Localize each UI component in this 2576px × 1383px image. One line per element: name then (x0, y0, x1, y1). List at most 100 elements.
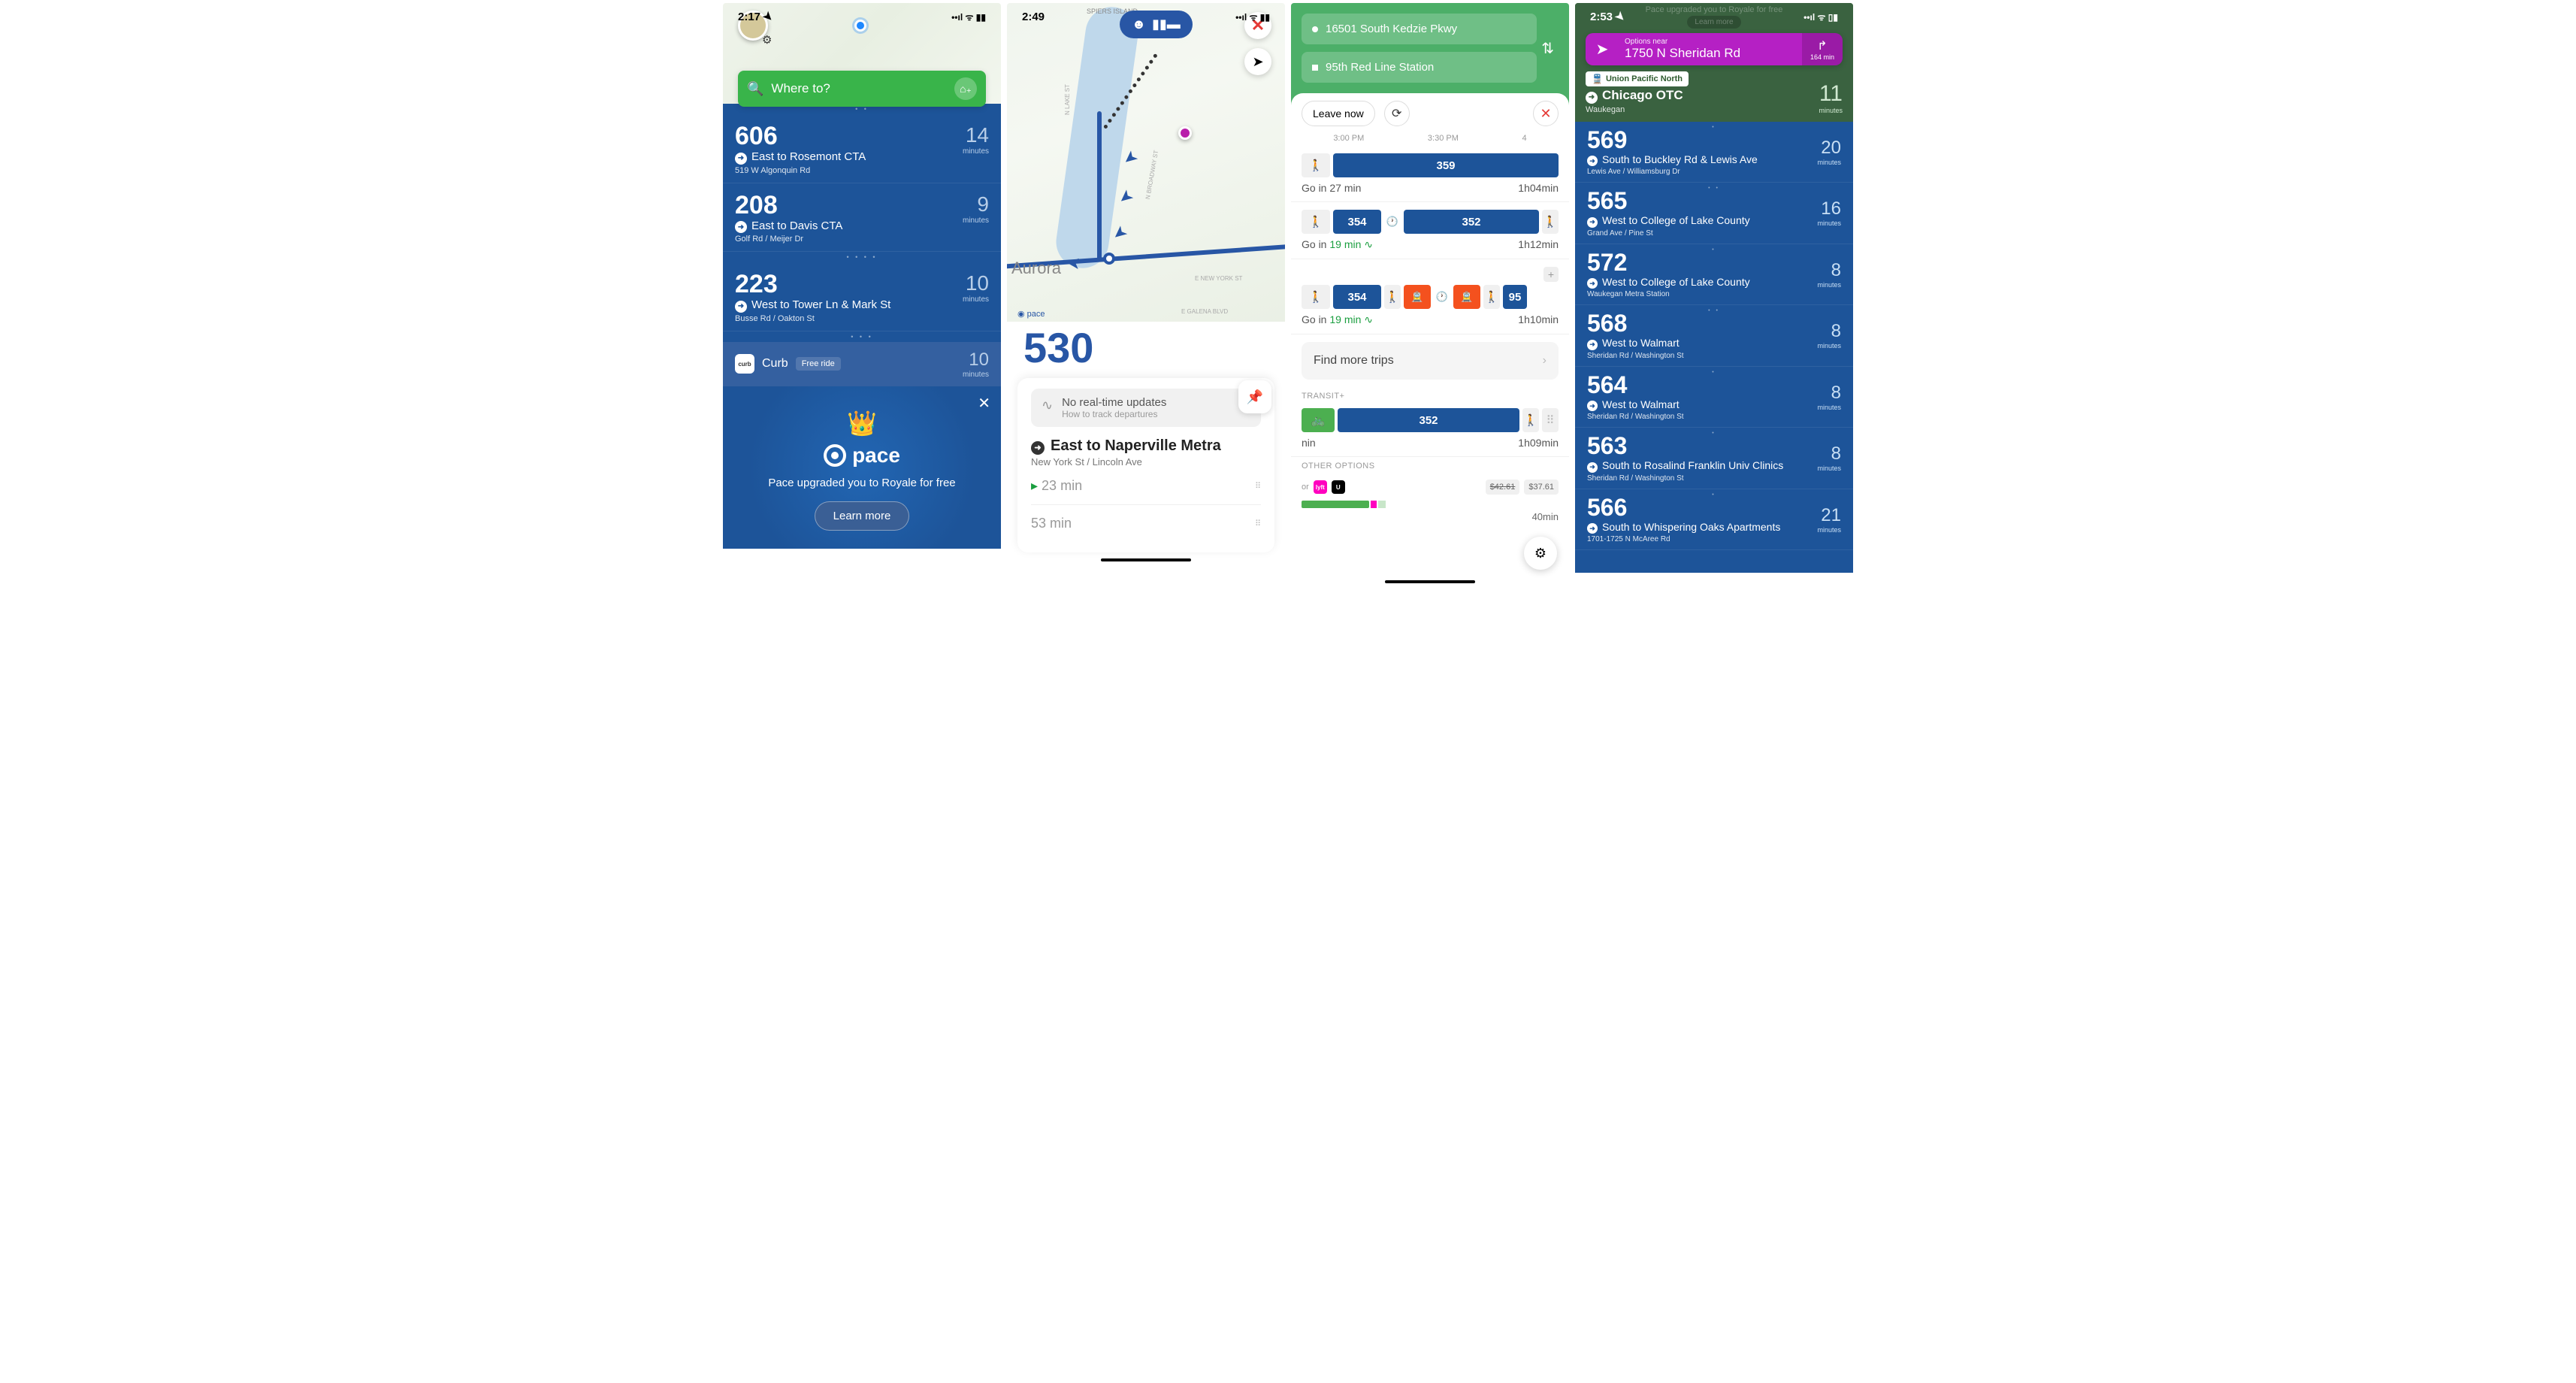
route-eta: 9 minutes (963, 192, 989, 225)
trip-option[interactable]: 🚶 354 🕐 352 🚶 Go in 19 min ∿1h12min (1291, 202, 1569, 259)
price: $37.61 (1524, 480, 1559, 495)
locate-me-icon[interactable]: ➤ (1244, 48, 1271, 75)
clock: 2:49 (1022, 11, 1045, 23)
go-in: Go in 27 min (1302, 182, 1361, 194)
drag-handle-icon: ⠿ (1542, 408, 1559, 432)
route-number: 566 (1587, 495, 1780, 519)
gear-icon[interactable]: ⚙ (762, 33, 776, 47)
home-indicator[interactable] (1669, 580, 1759, 583)
route-row[interactable]: 208 East to Davis CTA Golf Rd / Meijer D… (723, 183, 1001, 253)
route-number: 569 (1587, 128, 1758, 152)
filter-icon[interactable]: ⚙ (1524, 537, 1557, 570)
page-dots: • • • (723, 331, 1001, 342)
route-destination: West to Tower Ln & Mark St (735, 298, 963, 313)
expand-icon[interactable]: + (1543, 267, 1559, 282)
route-eta: 14 minutes (963, 123, 989, 156)
route-row[interactable]: • 569 South to Buckley Rd & Lewis Ave Le… (1575, 122, 1853, 183)
pin-button[interactable]: 📌 (1238, 380, 1271, 413)
route-row[interactable]: • 563 South to Rosalind Franklin Univ Cl… (1575, 428, 1853, 489)
direction-heading: East to Naperville Metra (1031, 437, 1261, 455)
map-street-label: N BROADWAY ST (1144, 150, 1160, 200)
origin-input[interactable]: 16501 South Kedzie Pkwy (1302, 14, 1537, 44)
bus-segment: 359 (1333, 153, 1559, 177)
refresh-icon[interactable]: ⟳ (1384, 101, 1410, 126)
drag-handle-icon[interactable]: ⠿ (1255, 481, 1261, 491)
curb-row[interactable]: curb Curb Free ride 10 minutes (723, 342, 1001, 386)
route-eta: 10 minutes (963, 271, 989, 304)
close-icon[interactable]: ✕ (1533, 101, 1559, 126)
screen-3-trip-planner: 2:23➤ ••ıl ᯤ ▯▮ 16501 South Kedzie Pkwy … (1291, 3, 1569, 589)
no-realtime-alert[interactable]: ∿ No real-time updates How to track depa… (1031, 389, 1261, 427)
bus-segment: 95 (1503, 285, 1527, 309)
curb-logo-icon: curb (735, 354, 754, 374)
eta-unit: minutes (1817, 526, 1841, 534)
trip-bar: 🚲 352 🚶 ⠿ (1302, 408, 1559, 432)
route-row[interactable]: 223 West to Tower Ln & Mark St Busse Rd … (723, 262, 1001, 331)
lyft-icon: lyft (1314, 480, 1327, 494)
search-icon: 🔍 (747, 81, 763, 97)
route-stop: 519 W Algonquin Rd (735, 166, 963, 175)
home-shortcut-icon[interactable]: ⌂₊ (954, 77, 977, 100)
options-near-bar[interactable]: ➤ Options near 1750 N Sheridan Rd ↱164 m… (1586, 33, 1843, 65)
duration: 40min (1532, 511, 1559, 522)
route-row[interactable]: • 566 South to Whispering Oaks Apartment… (1575, 489, 1853, 551)
walk-icon: 🚶 (1522, 408, 1539, 432)
trip-option[interactable]: + 🚶 354 🚶 🚊 🕐 🚊 🚶 95 Go in 19 min ∿1h10m… (1291, 259, 1569, 334)
promo-banner: ✕ 👑 pace Pace upgraded you to Royale for… (723, 386, 1001, 549)
promo-text: Pace upgraded you to Royale for free (738, 477, 986, 489)
eta-unit: minutes (1817, 281, 1841, 289)
destination-marker (1178, 126, 1192, 140)
walk-eta: ↱164 min (1802, 33, 1843, 65)
home-indicator[interactable] (1385, 580, 1475, 583)
eta-number: 20 (1817, 138, 1841, 159)
route-destination: South to Whispering Oaks Apartments (1587, 521, 1780, 534)
walk-icon: 🚶 (1483, 285, 1500, 309)
eta-number: 8 (1817, 443, 1841, 465)
route-map[interactable]: 2:49 ••ıl ᯤ ▮▮ SPIERS ISLAND N LAKE ST N… (1007, 3, 1285, 322)
search-bar[interactable]: 🔍 Where to? ⌂₊ (738, 71, 986, 107)
rail-header[interactable]: Union Pacific North Chicago OTC Waukegan… (1575, 65, 1853, 122)
departure-row[interactable]: 23 min ⠿ (1031, 468, 1261, 505)
alert-title: No real-time updates (1062, 396, 1166, 409)
route-row[interactable]: • 564 West to Walmart Sheridan Rd / Wash… (1575, 367, 1853, 428)
trip-bar: 🚶 354 🚶 🚊 🕐 🚊 🚶 95 (1302, 285, 1559, 309)
route-stop: Sheridan Rd / Washington St (1587, 352, 1684, 360)
departure-time: 53 min (1031, 516, 1072, 531)
departure-time: 23 min (1031, 478, 1082, 494)
page-dots: • (1712, 125, 1716, 130)
eta-number: 8 (1817, 383, 1841, 404)
eta-unit: minutes (1817, 465, 1841, 472)
options-label: Options near (1625, 38, 1796, 46)
route-row[interactable]: • • 568 West to Walmart Sheridan Rd / Wa… (1575, 305, 1853, 367)
route-row[interactable]: • 572 West to College of Lake County Wau… (1575, 244, 1853, 306)
leave-now-button[interactable]: Leave now (1302, 101, 1375, 126)
drag-handle-icon[interactable]: ⠿ (1255, 519, 1261, 528)
route-stop: Waukegan Metra Station (1587, 290, 1750, 298)
home-indicator[interactable] (1101, 558, 1191, 561)
map-street-label: E NEW YORK ST (1195, 275, 1242, 282)
routes-list[interactable]: • 569 South to Buckley Rd & Lewis Ave Le… (1575, 122, 1853, 573)
rideshare-option[interactable]: or lyft U $42.61 $37.61 (1291, 475, 1569, 499)
route-stop: Golf Rd / Meijer Dr (735, 235, 963, 244)
timeline-header: 3:00 PM 3:30 PM 4 (1291, 131, 1569, 146)
eta-unit: minutes (1817, 219, 1841, 227)
direction-arrow-icon: ➤ (1109, 222, 1131, 245)
route-row[interactable]: • • 565 West to College of Lake County G… (1575, 183, 1853, 244)
find-more-trips[interactable]: Find more trips› (1302, 342, 1559, 380)
rail-eta: 11 (1819, 81, 1843, 107)
route-row[interactable]: 606 East to Rosemont CTA 519 W Algonquin… (723, 114, 1001, 183)
destination-input[interactable]: 95th Red Line Station (1302, 52, 1537, 83)
close-icon[interactable]: ✕ (978, 394, 990, 413)
swap-icon[interactable]: ⇅ (1537, 39, 1559, 65)
pace-map-logo: ◉ pace (1017, 309, 1045, 319)
eta-unit: minutes (1817, 159, 1841, 166)
route-stop: Grand Ave / Pine St (1587, 229, 1750, 238)
map-area[interactable]: 2:17➤ ••ıl ᯤ ▮▮ ⚙ 🔍 Where to? ⌂₊ (723, 3, 1001, 104)
trip-option[interactable]: 🚲 352 🚶 ⠿ nin1h09min (1291, 405, 1569, 457)
departure-row[interactable]: 53 min ⠿ (1031, 505, 1261, 542)
learn-more-button[interactable]: Learn more (815, 501, 910, 531)
trip-option[interactable]: 🚶 359 Go in 27 min1h04min (1291, 146, 1569, 202)
map-street-label: N LAKE ST (1064, 84, 1071, 115)
walk-icon: 🚶 (1384, 285, 1401, 309)
route-number: 208 (735, 192, 963, 218)
